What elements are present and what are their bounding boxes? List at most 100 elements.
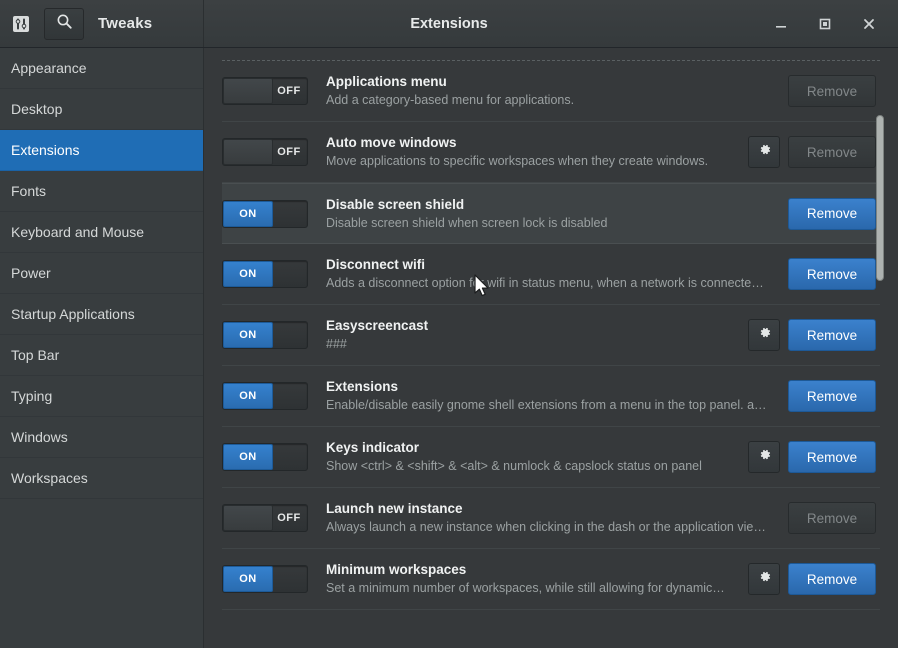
remove-button[interactable]: Remove [788,380,876,412]
sidebar-item-label: Startup Applications [11,306,135,322]
toggle-knob: ON [223,201,273,227]
extension-info: Auto move windows Move applications to sp… [326,134,748,170]
remove-button[interactable]: Remove [788,441,876,473]
extension-settings-button[interactable] [748,441,780,473]
extension-description: Move applications to specific workspaces… [326,153,734,170]
remove-button[interactable]: Remove [788,198,876,230]
extension-description: ### [326,336,734,353]
extension-name: Extensions [326,378,774,395]
sidebar-item-appearance[interactable]: Appearance [0,48,203,89]
sidebar-item-typing[interactable]: Typing [0,376,203,417]
sidebar-item-label: Fonts [11,183,46,199]
extension-name: Minimum workspaces [326,561,734,578]
extension-toggle[interactable]: ONOFF [222,382,308,410]
sidebar-item-label: Keyboard and Mouse [11,224,144,240]
extension-info: Keys indicator Show <ctrl> & <shift> & <a… [326,439,748,475]
remove-button[interactable]: Remove [788,563,876,595]
sidebar-item-desktop[interactable]: Desktop [0,89,203,130]
extension-name: Auto move windows [326,134,734,151]
remove-button[interactable]: Remove [788,319,876,351]
extension-toggle[interactable]: ONOFF [222,443,308,471]
gear-icon [757,447,772,467]
window-controls [768,0,898,47]
extension-info: Minimum workspaces Set a minimum number o… [326,561,748,597]
sidebar-item-windows[interactable]: Windows [0,417,203,458]
sidebar-item-keyboard-and-mouse[interactable]: Keyboard and Mouse [0,212,203,253]
vertical-scrollbar[interactable] [876,60,884,648]
extension-actions: Remove [788,380,876,412]
extension-row[interactable]: ONOFF Disconnect wifi Adds a disconnect op… [222,244,880,305]
extension-description: Set a minimum number of workspaces, whil… [326,580,734,597]
toggle-knob: ON [223,383,273,409]
extension-info: Disable screen shield Disable screen shie… [326,196,788,232]
minimize-button[interactable] [768,11,794,37]
toggle-knob: ON [223,566,273,592]
extension-row[interactable]: ONOFF Extensions Enable/disable easily gno… [222,366,880,427]
extension-actions: Remove [788,502,876,534]
gear-icon [757,569,772,589]
extension-actions: Remove [748,441,876,473]
extension-info: Disconnect wifi Adds a disconnect option … [326,256,788,292]
sidebar: AppearanceDesktopExtensions Fonts Keyboard… [0,48,204,648]
extension-settings-button[interactable] [748,563,780,595]
sidebar-item-extensions[interactable]: Extensions [0,130,203,171]
extension-name: Disconnect wifi [326,256,774,273]
sidebar-item-top-bar[interactable]: Top Bar [0,335,203,376]
extension-row[interactable]: ONOFF Applications menuAdd a category-bas… [222,61,880,122]
extension-row[interactable]: ONOFFEasyscreencast###Remove [222,305,880,366]
extension-description: Always launch a new instance when clicki… [326,519,774,536]
toggle-state-label: OFF [271,85,307,97]
search-button[interactable] [44,8,84,40]
header-left-section: Tweaks [0,0,204,47]
extension-settings-button[interactable] [748,319,780,351]
toggle-state-label: OFF [271,146,307,158]
extension-toggle[interactable]: ONOFF [222,200,308,228]
extension-description: Adds a disconnect option for wifi in sta… [326,275,774,292]
window-body: AppearanceDesktopExtensionsFontsKeyboard… [0,48,898,648]
extension-toggle[interactable]: ONOFF [222,260,308,288]
extension-toggle[interactable]: ONOFF [222,321,308,349]
extension-description: Disable screen shield when screen lock i… [326,215,774,232]
sidebar-item-startup-applications[interactable]: Startup Applications [0,294,203,335]
extension-name: Launch new instance [326,500,774,517]
extension-actions: Remove [748,136,876,168]
extension-toggle[interactable]: ONOFF [222,565,308,593]
extension-row[interactable]: ONOFF Launch new instance Always launch a … [222,488,880,549]
mouse-cursor [474,274,492,305]
extension-name: Keys indicator [326,439,734,456]
remove-button[interactable]: Remove [788,258,876,290]
sidebar-item-label: Typing [11,388,52,404]
extension-name: Applications menu [326,73,774,90]
extension-toggle[interactable]: ONOFF [222,138,308,166]
extension-row[interactable]: ONOFF Auto move windows Move applications … [222,122,880,183]
extension-row[interactable]: ONOFFDisable screen shieldDisable screen… [222,183,880,244]
extension-toggle[interactable]: ONOFF [222,504,308,532]
toggle-state-label: OFF [271,512,307,524]
sidebar-item-fonts[interactable]: Fonts [0,171,203,212]
extension-info: Extensions Enable/disable easily gnome sh… [326,378,788,414]
sidebar-item-workspaces[interactable]: Workspaces [0,458,203,499]
maximize-button[interactable] [812,11,838,37]
scrollbar-thumb[interactable] [876,115,884,281]
remove-button: Remove [788,136,876,168]
sidebar-item-label: Workspaces [11,470,88,486]
extension-description: Show <ctrl> & <shift> & <alt> & numlock … [326,458,734,475]
remove-button: Remove [788,502,876,534]
extension-name: Disable screen shield [326,196,774,213]
extension-description: Enable/disable easily gnome shell extens… [326,397,774,414]
remove-button: Remove [788,75,876,107]
extension-info: Applications menuAdd a category-based me… [326,73,788,109]
extension-actions: Remove [788,75,876,107]
extension-info: Launch new instance Always launch a new i… [326,500,788,536]
sidebar-item-power[interactable]: Power [0,253,203,294]
tweaks-window: Tweaks Extensions [0,0,898,648]
extension-row[interactable]: ONOFF Keys indicator Show <ctrl> & <shift>… [222,427,880,488]
extension-row[interactable]: ONOFF Minimum workspaces Set a minimum num… [222,549,880,610]
toggle-knob: ON [223,322,273,348]
extension-settings-button[interactable] [748,136,780,168]
extensions-panel: ONOFFApplications menuAdd a category-bas… [204,48,898,648]
close-button[interactable] [856,11,882,37]
extension-toggle[interactable]: ONOFF [222,77,308,105]
gear-icon [757,325,772,345]
tweaks-sliders-icon [10,13,32,35]
